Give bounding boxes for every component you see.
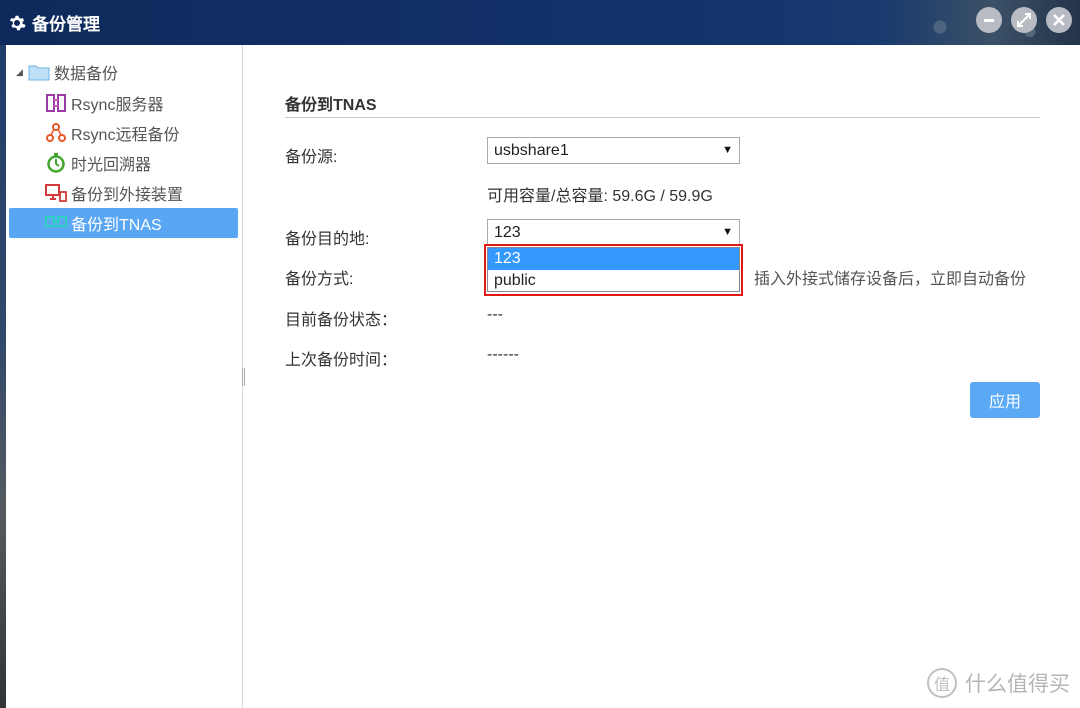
sidebar-item-label: 备份到外接装置 [71, 187, 184, 204]
folder-icon [28, 64, 50, 81]
sidebar-item-rsync-remote[interactable]: Rsync远程备份 [9, 118, 238, 148]
external-device-icon [45, 183, 67, 203]
last-backup-time-label: 上次备份时间： [285, 352, 398, 369]
section-divider [285, 117, 1040, 118]
last-backup-time-value: ------ [487, 346, 519, 363]
title-bar: 备份管理 [0, 0, 1080, 45]
sidebar-item-label: Rsync服务器 [71, 97, 164, 114]
sidebar-item-label: 备份到TNAS [71, 217, 162, 234]
dropdown-option[interactable]: public [488, 270, 739, 292]
sidebar-nav: Rsync服务器 Rsync远程备份 时光回溯器 备份到外接装置 备份到TNAS [9, 88, 238, 238]
sidebar: ◢ 数据备份 Rsync服务器 Rsync远程备份 时光回溯器 备份到外接装置 … [6, 45, 243, 708]
sidebar-item-tnas[interactable]: 备份到TNAS [9, 208, 238, 238]
dropdown-option[interactable]: 123 [488, 248, 739, 270]
backup-source-value: usbshare1 [494, 142, 569, 159]
sidebar-item-label: 时光回溯器 [71, 157, 152, 174]
backup-destination-value: 123 [494, 224, 521, 241]
close-icon[interactable] [1046, 7, 1072, 33]
main-panel: 备份到TNAS 备份源: usbshare1 ▼ 可用容量/总容量: 59.6G… [244, 45, 1080, 708]
capacity-text: 可用容量/总容量: 59.6G / 59.9G [487, 188, 713, 205]
backup-method-label: 备份方式: [285, 271, 354, 288]
backup-destination-label: 备份目的地: [285, 231, 370, 248]
rsync-server-icon [45, 93, 67, 113]
tree-root-data-backup[interactable]: ◢ 数据备份 [16, 62, 119, 83]
tree-root-label: 数据备份 [54, 66, 119, 83]
time-machine-icon [45, 153, 67, 173]
tnas-icon [45, 213, 67, 233]
destination-dropdown-list[interactable]: 123 public [487, 247, 740, 292]
backup-source-label: 备份源: [285, 149, 338, 166]
minimize-icon[interactable] [976, 7, 1002, 33]
watermark-logo-icon: 值 [927, 668, 957, 698]
dropdown-arrow-icon: ▼ [722, 144, 733, 156]
backup-status-label: 目前备份状态： [285, 312, 398, 329]
rsync-remote-icon [45, 123, 67, 143]
collapse-caret-icon[interactable]: ◢ [16, 67, 28, 78]
watermark: 值 什么值得买 [927, 668, 1070, 698]
backup-source-select[interactable]: usbshare1 ▼ [487, 137, 740, 164]
backup-destination-select[interactable]: 123 ▼ [487, 219, 740, 246]
sidebar-item-rsync-server[interactable]: Rsync服务器 [9, 88, 238, 118]
backup-method-text: 插入外接式储存设备后，立即自动备份 [754, 271, 1027, 288]
dropdown-arrow-icon: ▼ [722, 226, 733, 238]
maximize-icon[interactable] [1011, 7, 1037, 33]
watermark-text: 什么值得买 [965, 673, 1070, 696]
sidebar-item-label: Rsync远程备份 [71, 127, 180, 144]
gear-icon [6, 12, 28, 34]
apply-button[interactable]: 应用 [970, 382, 1040, 418]
sidebar-item-external-device[interactable]: 备份到外接装置 [9, 178, 238, 208]
section-title: 备份到TNAS [285, 97, 377, 114]
window-title: 备份管理 [32, 15, 100, 34]
sidebar-item-time-machine[interactable]: 时光回溯器 [9, 148, 238, 178]
backup-status-value: --- [487, 306, 503, 323]
